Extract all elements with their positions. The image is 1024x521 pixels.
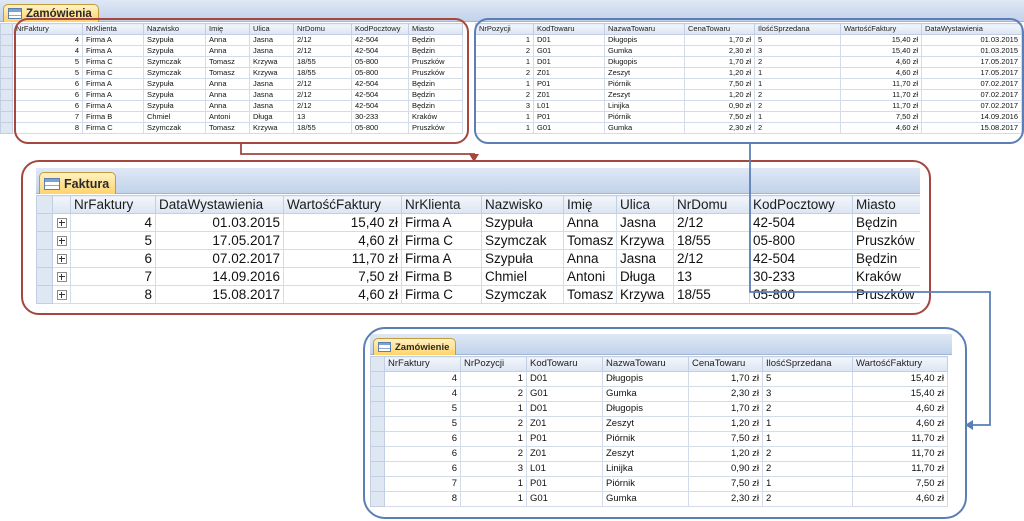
arrowhead-icon	[469, 154, 479, 162]
arrowhead-icon	[965, 420, 973, 430]
connector-arrows	[240, 142, 991, 430]
positions-to-order-arrow	[749, 142, 991, 426]
orders-to-invoice-arrow	[240, 142, 475, 158]
